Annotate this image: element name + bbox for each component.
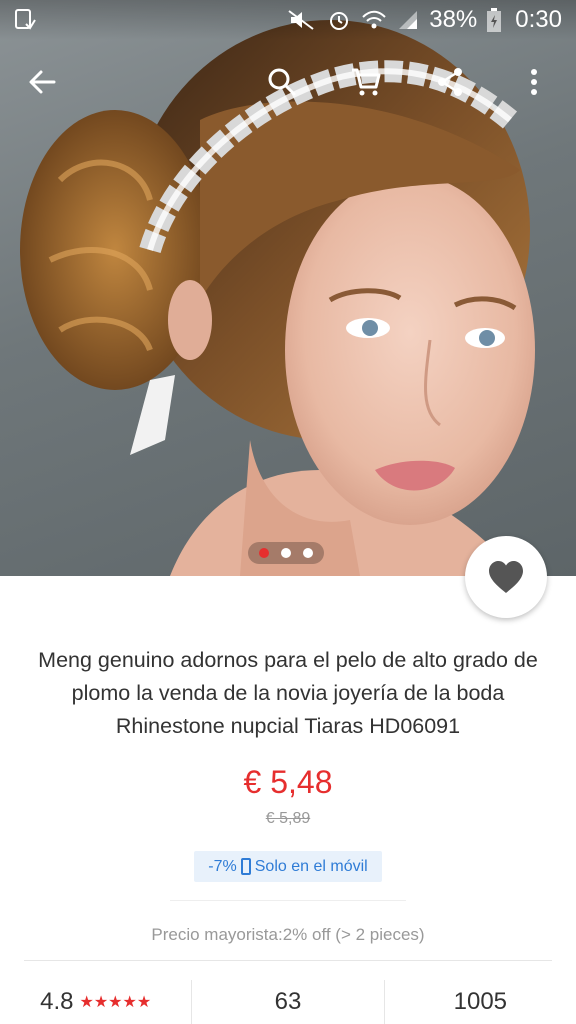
back-button[interactable]	[20, 60, 64, 104]
wishlist-button[interactable]	[465, 536, 547, 618]
mobile-only-label: Solo en el móvil	[254, 857, 368, 875]
wifi-icon	[361, 9, 387, 31]
orders-stat[interactable]: 1005	[383, 980, 576, 1024]
battery-percent: 38%	[429, 6, 478, 33]
discount-percent: -7%	[208, 857, 237, 875]
pager-dot[interactable]	[259, 548, 269, 558]
share-button[interactable]	[428, 60, 472, 104]
product-stats: 4.8 ★★★★★ 63 1005	[0, 980, 576, 1024]
phone-icon	[240, 858, 251, 875]
wholesale-price: Precio mayorista:2% off (> 2 pieces)	[151, 925, 425, 944]
clock: 0:30	[515, 6, 562, 33]
cart-icon	[352, 68, 381, 96]
reviews-count: 63	[274, 988, 302, 1015]
search-button[interactable]	[260, 60, 304, 104]
divider	[24, 960, 552, 961]
status-bar: 38% 0:30	[0, 0, 576, 40]
mute-icon	[287, 9, 317, 31]
more-vert-icon	[531, 69, 537, 95]
rating-stat[interactable]: 4.8 ★★★★★	[0, 980, 191, 1024]
alarm-icon	[327, 8, 351, 32]
product-toolbar	[0, 52, 576, 112]
reviews-stat[interactable]: 63	[191, 980, 383, 1024]
mobile-discount-badge: -7% Solo en el móvil	[194, 851, 382, 882]
rating-stars: ★★★★★	[79, 994, 152, 1011]
back-arrow-icon	[29, 70, 56, 94]
orders-count: 1005	[453, 988, 508, 1015]
battery-charging-icon	[487, 8, 502, 32]
rating-value: 4.8	[40, 988, 74, 1015]
cart-button[interactable]	[344, 60, 388, 104]
more-options-button[interactable]	[512, 60, 556, 104]
pager-dot[interactable]	[303, 548, 313, 558]
heart-icon	[489, 561, 523, 593]
pager-dot[interactable]	[281, 548, 291, 558]
share-icon	[438, 68, 462, 96]
original-price: € 5,89	[265, 810, 311, 827]
image-pager	[248, 542, 324, 564]
current-price: € 5,48	[243, 764, 333, 800]
divider	[170, 900, 406, 901]
signal-icon	[397, 9, 419, 31]
search-icon	[268, 68, 296, 96]
product-title: Meng genuino adornos para el pelo de alt…	[38, 648, 538, 738]
download-notify-icon	[14, 8, 36, 32]
